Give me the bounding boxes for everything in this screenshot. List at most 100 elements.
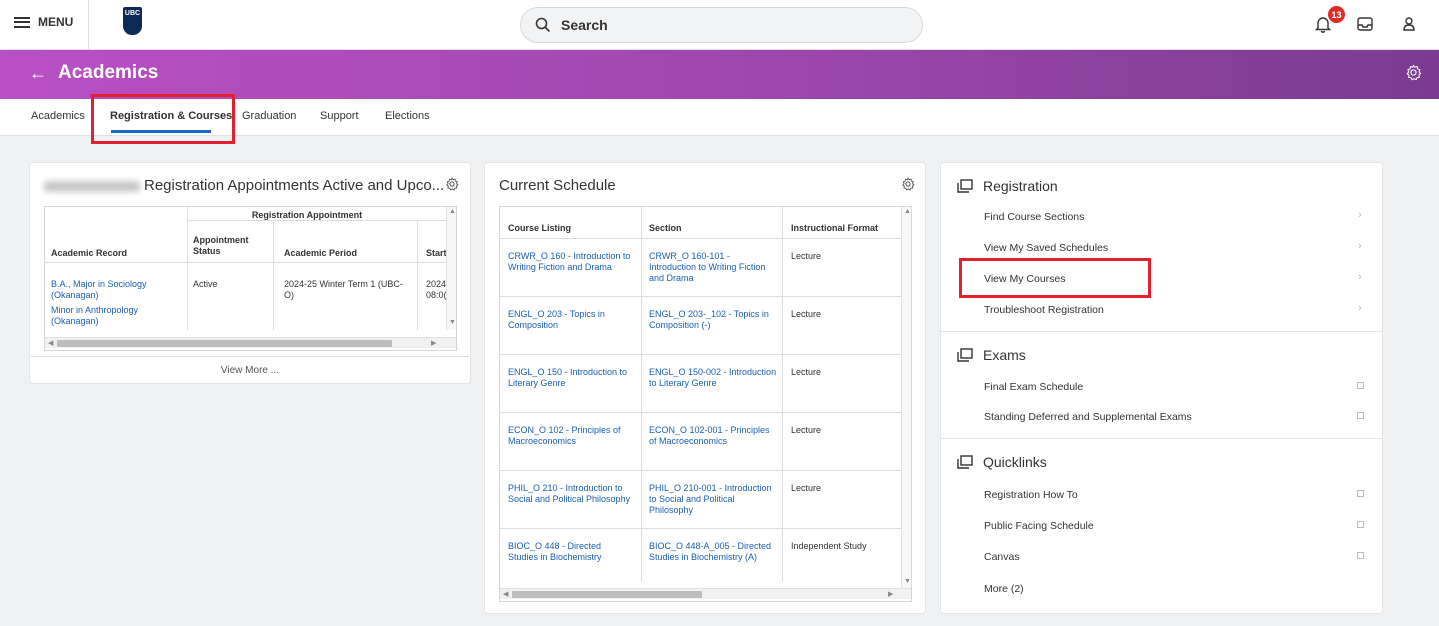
- quicklinks-section-header: Quicklinks: [957, 454, 1047, 470]
- back-arrow-icon[interactable]: ←: [29, 63, 47, 84]
- menu-button[interactable]: MENU: [14, 15, 73, 29]
- card-divider: [31, 356, 469, 357]
- course-link[interactable]: CRWR_O 160 - Introduction to Writing Fic…: [508, 251, 633, 273]
- tab-graduation[interactable]: Graduation: [242, 110, 296, 122]
- section-link[interactable]: CRWR_O 160-101 - Introduction to Writing…: [649, 251, 777, 284]
- grid-line: [273, 220, 274, 330]
- external-link-icon: [1357, 412, 1364, 419]
- tab-registration-courses[interactable]: Registration & Courses: [110, 110, 232, 122]
- grid-line: [417, 220, 418, 330]
- top-bar: MENU UBC 13: [0, 0, 1439, 50]
- course-link[interactable]: BIOC_O 448 - Directed Studies in Biochem…: [508, 541, 633, 563]
- search-input[interactable]: [561, 17, 861, 33]
- column-header[interactable]: Academic Period: [284, 248, 357, 259]
- column-header[interactable]: Course Listing: [508, 223, 571, 234]
- find-course-sections-link[interactable]: Find Course Sections: [984, 211, 1084, 223]
- tab-elections[interactable]: Elections: [385, 110, 430, 122]
- inbox-icon[interactable]: [1353, 12, 1377, 36]
- tab-academics[interactable]: Academics: [31, 110, 85, 122]
- grid-line: [500, 412, 901, 413]
- window-icon: [957, 348, 973, 362]
- chevron-right-icon: ›: [1358, 209, 1362, 221]
- grid-line: [187, 207, 188, 330]
- column-header[interactable]: Academic Record: [51, 248, 127, 259]
- scroll-down-icon[interactable]: ▼: [904, 578, 911, 585]
- course-link[interactable]: ENGL_O 150 - Introduction to Literary Ge…: [508, 367, 633, 389]
- public-facing-schedule-link[interactable]: Public Facing Schedule: [984, 520, 1094, 532]
- instructional-format: Lecture: [791, 251, 822, 261]
- registration-section-header: Registration: [957, 178, 1058, 194]
- section-link[interactable]: ENGL_O 150-002 - Introduction to Literar…: [649, 367, 777, 389]
- academic-period: 2024-25 Winter Term 1 (UBC-O): [284, 279, 403, 300]
- search-icon: [535, 17, 551, 33]
- window-icon: [957, 179, 973, 193]
- canvas-link[interactable]: Canvas: [984, 551, 1020, 563]
- more-link[interactable]: More (2): [984, 583, 1024, 595]
- scroll-left-icon[interactable]: ◀: [503, 590, 508, 598]
- card-title: Registration Appointments Active and Upc…: [44, 177, 444, 194]
- header-gear-icon[interactable]: [1405, 64, 1422, 81]
- registration-appointment-table: Registration Appointment Academic Record…: [44, 206, 457, 351]
- search-bar[interactable]: [520, 7, 923, 43]
- external-link-icon: [1357, 552, 1364, 559]
- section-link[interactable]: PHIL_O 210-001 - Introduction to Social …: [649, 483, 777, 516]
- divider: [88, 0, 89, 50]
- active-tab-indicator: [111, 130, 211, 133]
- scroll-right-icon[interactable]: ▶: [431, 339, 436, 347]
- card-title: Current Schedule: [499, 177, 616, 194]
- registration-how-to-link[interactable]: Registration How To: [984, 489, 1078, 501]
- card-gear-icon[interactable]: [445, 177, 459, 191]
- instructional-format: Independent Study: [791, 541, 867, 551]
- column-header[interactable]: Appointment Status: [193, 235, 263, 257]
- grid-line: [500, 238, 901, 239]
- academic-record-link[interactable]: B.A., Major in Sociology (Okanagan): [51, 279, 181, 301]
- column-header[interactable]: Instructional Format: [791, 223, 878, 234]
- column-header[interactable]: Start: [426, 248, 447, 259]
- scroll-thumb[interactable]: [57, 340, 392, 347]
- grid-line: [500, 354, 901, 355]
- scroll-down-icon[interactable]: ▼: [449, 319, 456, 326]
- notification-badge: 13: [1328, 6, 1345, 23]
- page-header: ← Academics: [0, 50, 1439, 99]
- tab-support[interactable]: Support: [320, 110, 359, 122]
- section-link[interactable]: ENGL_O 203-_102 - Topics in Composition …: [649, 309, 777, 331]
- scroll-up-icon[interactable]: ▲: [449, 208, 456, 215]
- grid-line: [45, 262, 450, 263]
- view-my-saved-schedules-link[interactable]: View My Saved Schedules: [984, 242, 1108, 254]
- instructional-format: Lecture: [791, 425, 822, 435]
- chevron-right-icon: ›: [1358, 302, 1362, 314]
- section-link[interactable]: BIOC_O 448-A_005 - Directed Studies in B…: [649, 541, 777, 563]
- ubc-logo[interactable]: UBC: [123, 7, 142, 35]
- grid-line: [500, 296, 901, 297]
- view-my-courses-link[interactable]: View My Courses: [984, 273, 1066, 285]
- card-gear-icon[interactable]: [901, 177, 915, 191]
- exams-section-header: Exams: [957, 347, 1026, 363]
- deferred-supplemental-exams-link[interactable]: Standing Deferred and Supplemental Exams: [984, 411, 1192, 423]
- course-link[interactable]: ENGL_O 203 - Topics in Composition: [508, 309, 633, 331]
- horizontal-scrollbar[interactable]: ◀ ▶: [500, 588, 911, 599]
- column-header[interactable]: Section: [649, 223, 682, 234]
- redacted-student-id: [44, 180, 140, 192]
- scroll-right-icon[interactable]: ▶: [888, 590, 893, 598]
- vertical-scrollbar[interactable]: ▲ ▼: [901, 207, 911, 590]
- course-link[interactable]: PHIL_O 210 - Introduction to Social and …: [508, 483, 633, 505]
- section-link[interactable]: ECON_O 102-001 - Principles of Macroecon…: [649, 425, 777, 447]
- view-more-button[interactable]: View More ...: [30, 365, 470, 376]
- vertical-scrollbar[interactable]: ▲ ▼: [446, 207, 456, 330]
- scroll-left-icon[interactable]: ◀: [48, 339, 53, 347]
- grid-line: [500, 528, 901, 529]
- course-link[interactable]: ECON_O 102 - Principles of Macroeconomic…: [508, 425, 633, 447]
- troubleshoot-registration-link[interactable]: Troubleshoot Registration: [984, 304, 1104, 316]
- grid-line: [641, 207, 642, 582]
- horizontal-scrollbar[interactable]: ◀ ▶: [45, 337, 456, 348]
- academic-record-link[interactable]: Minor in Anthropology (Okanagan): [51, 305, 181, 327]
- chevron-right-icon: ›: [1358, 240, 1362, 252]
- scroll-up-icon[interactable]: ▲: [904, 208, 911, 215]
- section-divider: [941, 331, 1382, 332]
- scroll-thumb[interactable]: [512, 591, 702, 598]
- final-exam-schedule-link[interactable]: Final Exam Schedule: [984, 381, 1083, 393]
- profile-icon[interactable]: [1397, 12, 1421, 36]
- hamburger-icon: [14, 16, 30, 28]
- menu-label: MENU: [38, 15, 74, 29]
- section-divider: [941, 438, 1382, 439]
